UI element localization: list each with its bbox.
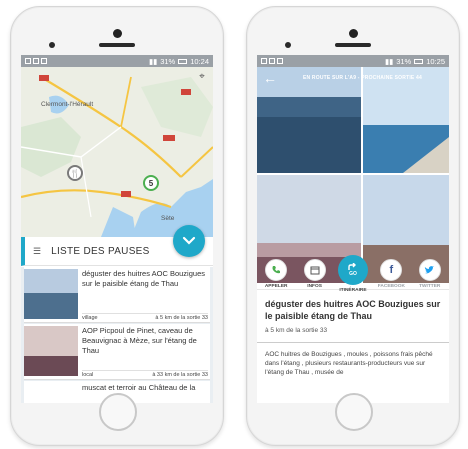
action-label: TWITTER	[419, 284, 441, 289]
go-label: GO	[349, 271, 357, 277]
item-body: AOP Picpoul de Pinet, caveau de Beauvign…	[82, 324, 210, 379]
detail-distance: à 5 km de la sortie 33	[257, 322, 449, 343]
list-item[interactable]: déguster des huitres AOC Bouzigues sur l…	[24, 267, 210, 323]
list-title: LISTE DES PAUSES	[51, 245, 150, 257]
right-screen: ▮▮ 31% 10:25 ← EN ROUTE SUR L'A9 - PROCH…	[257, 55, 449, 403]
camera	[285, 42, 291, 48]
camera	[49, 42, 55, 48]
map-pin-restaurant[interactable]: 🍴	[67, 165, 83, 181]
action-facebook[interactable]: f FACEBOOK	[373, 259, 409, 293]
battery-icon	[414, 58, 424, 64]
item-thumbnail	[24, 383, 78, 403]
item-title: déguster des huitres AOC Bouzigues sur l…	[82, 269, 205, 288]
action-label: INFOS	[307, 284, 322, 289]
notification-icon	[269, 58, 275, 64]
status-bar: ▮▮ 31% 10:25	[257, 55, 449, 67]
status-right: ▮▮ 31% 10:24	[149, 57, 209, 66]
signal-icon: ▮▮	[384, 56, 394, 66]
home-button[interactable]	[99, 393, 137, 431]
map[interactable]: Clermont-l'Hérault Sète ⌖ 🍴 5	[21, 67, 213, 237]
map-pin-cluster[interactable]: 5	[143, 175, 159, 191]
phone-speaker	[349, 29, 358, 38]
phone-icon	[265, 259, 288, 281]
item-distance: à 33 km de la sortie 33	[152, 372, 208, 378]
status-right: ▮▮ 31% 10:25	[385, 57, 445, 66]
left-screen: ▮▮ 31% 10:24 Clermont-l'Hérault Sète ⌖ 🍴…	[21, 55, 213, 403]
pin-count: 5	[148, 178, 154, 188]
notification-icons	[261, 58, 283, 64]
item-tag: village	[82, 315, 98, 321]
notification-icon	[33, 58, 39, 64]
phone-speaker	[113, 29, 122, 38]
action-bar: APPELER INFOS GO ITINÉRAIRE f FACEBOOK T…	[257, 255, 449, 293]
notification-icons	[25, 58, 47, 64]
action-label: APPELER	[264, 284, 288, 289]
item-distance: à 5 km de la sortie 33	[155, 315, 208, 321]
left-phone: ▮▮ 31% 10:24 Clermont-l'Hérault Sète ⌖ 🍴…	[10, 6, 224, 446]
signal-icon: ▮▮	[148, 56, 158, 66]
action-label: FACEBOOK	[377, 284, 405, 289]
item-body: déguster des huitres AOC Bouzigues sur l…	[82, 267, 210, 322]
earpiece	[99, 43, 135, 47]
battery-percent: 31%	[396, 56, 412, 66]
back-arrow-icon[interactable]: ←	[263, 70, 277, 86]
pause-list: déguster des huitres AOC Bouzigues sur l…	[21, 267, 213, 403]
notification-icon	[25, 58, 31, 64]
battery-percent: 31%	[160, 56, 176, 66]
directions-icon: GO	[337, 255, 368, 285]
map-canvas	[21, 67, 213, 237]
collapse-fab-button[interactable]	[173, 225, 205, 257]
fork-knife-icon: 🍴	[70, 168, 80, 178]
notification-icon	[261, 58, 267, 64]
action-twitter[interactable]: TWITTER	[412, 259, 448, 293]
action-itinerary[interactable]: GO ITINÉRAIRE	[335, 255, 371, 293]
notification-icon	[277, 58, 283, 64]
right-phone: ▮▮ 31% 10:25 ← EN ROUTE SUR L'A9 - PROCH…	[246, 6, 460, 446]
item-tag: local	[82, 372, 94, 378]
item-body: muscat et terroir au Château de la	[82, 381, 210, 403]
action-label: ITINÉRAIRE	[339, 288, 367, 293]
status-time: 10:24	[190, 56, 209, 66]
action-call[interactable]: APPELER	[258, 259, 294, 293]
action-info[interactable]: INFOS	[297, 259, 333, 293]
earpiece	[335, 43, 371, 47]
map-label-sete: Sète	[161, 215, 175, 222]
locate-icon[interactable]: ⌖	[196, 71, 208, 83]
twitter-icon	[418, 259, 441, 281]
list-item[interactable]: AOP Picpoul de Pinet, caveau de Beauvign…	[24, 324, 210, 380]
status-bar: ▮▮ 31% 10:24	[21, 55, 213, 67]
item-meta: local à 33 km de la sortie 33	[82, 370, 208, 378]
notification-icon	[41, 58, 47, 64]
route-status: EN ROUTE SUR L'A9 - PROCHAINE SORTIE 44	[303, 75, 423, 81]
home-button[interactable]	[335, 393, 373, 431]
detail-description: AOC huitres de Bouzigues , moules , pois…	[265, 351, 433, 376]
facebook-icon: f	[380, 259, 403, 281]
item-title: AOP Picpoul de Pinet, caveau de Beauvign…	[82, 326, 197, 355]
photo-gallery[interactable]: ← EN ROUTE SUR L'A9 - PROCHAINE SORTIE 4…	[257, 67, 449, 293]
detail-title: déguster des huitres AOC Bouzigues sur l…	[257, 289, 449, 322]
item-title: muscat et terroir au Château de la	[82, 383, 196, 392]
item-thumbnail	[24, 269, 78, 319]
item-meta: village à 5 km de la sortie 33	[82, 313, 208, 321]
calendar-icon	[303, 259, 326, 281]
battery-icon	[178, 58, 188, 64]
top-bar: ← EN ROUTE SUR L'A9 - PROCHAINE SORTIE 4…	[257, 67, 449, 89]
status-time: 10:25	[426, 56, 445, 66]
item-thumbnail	[24, 326, 78, 376]
map-label-clermont: Clermont-l'Hérault	[41, 101, 94, 108]
list-icon: ☰	[33, 245, 42, 256]
chevron-down-icon	[182, 236, 196, 245]
